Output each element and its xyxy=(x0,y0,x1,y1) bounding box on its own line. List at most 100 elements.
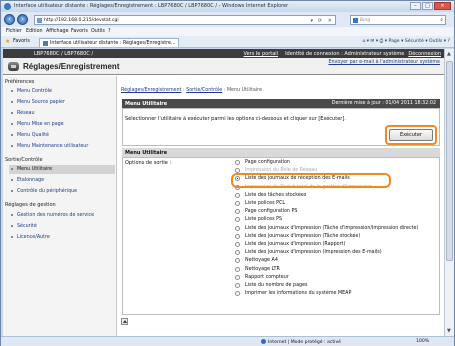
sidebar-item-licence[interactable]: Licence/Autre xyxy=(11,235,50,240)
sidebar-section-sortie: Sortie/Contrôle xyxy=(5,157,43,163)
address-dropdown-icon[interactable]: ▾ xyxy=(310,18,313,24)
option-label: Liste polices PCL xyxy=(245,201,286,206)
menu-outils[interactable]: Outils xyxy=(91,29,105,34)
portal-link[interactable]: Vers le portail xyxy=(244,51,279,57)
favorites-button[interactable]: Favoris xyxy=(13,39,30,44)
address-url: http://192.168.0.215/devstat.cgi xyxy=(44,18,119,23)
breadcrumb-root[interactable]: Réglages/Enregistrement xyxy=(121,88,182,93)
sidebar-item-etalonnage[interactable]: Etalonnage xyxy=(11,178,44,183)
radio-button[interactable] xyxy=(235,242,240,247)
maximize-button[interactable]: □ xyxy=(422,2,433,10)
breadcrumb-mid[interactable]: Sortie/Contrôle xyxy=(186,88,222,93)
option-label: Rapport compteur xyxy=(245,274,289,280)
sidebar-item-numeros-service[interactable]: Gestion des numéros de service xyxy=(11,213,94,218)
magnifier-icon[interactable]: ⌕ xyxy=(440,17,443,23)
command-bar-icons[interactable]: ⌂ ▾ ✉ ▾ ⎙ ▾ Page ▾ Sécurité ▾ Outils ▾ ? xyxy=(362,38,450,44)
tab-title: Interface utilisateur distante : Réglage… xyxy=(50,41,176,46)
option-label: Nettoyage LTR xyxy=(245,266,280,272)
minimize-button[interactable]: – xyxy=(410,2,421,10)
page-title: Réglages/Enregistrement xyxy=(23,62,120,71)
radio-button[interactable] xyxy=(235,233,240,239)
search-placeholder: Bing xyxy=(360,18,371,23)
zoom-level[interactable]: 100% xyxy=(416,339,429,344)
top-header: LBP7680C / LBP7680C / Vers le portail Ide… xyxy=(3,49,444,58)
sidebar-item-qualite[interactable]: Menu Qualité xyxy=(11,133,49,138)
star-icon: ★ xyxy=(5,38,11,45)
option-label: Page configuration xyxy=(245,160,290,165)
printer-model: LBP7680C / LBP7680C / xyxy=(34,51,94,57)
scroll-up-icon[interactable]: ▲ xyxy=(447,51,451,57)
radio-button[interactable] xyxy=(235,274,240,280)
window-controls: – □ ✕ xyxy=(410,2,451,10)
page-icon xyxy=(37,18,42,23)
address-bar[interactable]: http://192.168.0.215/devstat.cgi ▾ ⟳ ✕ xyxy=(34,15,336,25)
bing-icon xyxy=(353,18,358,23)
search-box[interactable]: Bing ⌕ xyxy=(350,15,446,25)
option-label: Imprimer les informations du système MEA… xyxy=(245,291,352,297)
sidebar-item-mise-en-page[interactable]: Menu Mise en page xyxy=(11,122,64,127)
status-bar: Internet | Mode protégé : activé 100% xyxy=(1,336,454,346)
favorites-bar: ★ Favoris Interface utilisateur distante… xyxy=(1,36,454,48)
sidebar-item-menu-controle[interactable]: Menu Contrôle xyxy=(11,89,52,94)
close-button[interactable]: ✕ xyxy=(434,2,451,10)
tab-page-icon xyxy=(43,41,48,46)
browser-tab[interactable]: Interface utilisateur distante : Réglage… xyxy=(39,38,179,47)
header-links: Vers le portail Identité de connexion : A… xyxy=(244,51,441,57)
selected-option-highlight xyxy=(231,173,391,188)
sidebar-item-reseau[interactable]: Réseau xyxy=(11,111,35,116)
options-section-title: Menu Utilitaire xyxy=(125,150,168,156)
radio-button[interactable] xyxy=(235,192,240,198)
sidebar-item-source-papier[interactable]: Menu Source papier xyxy=(11,100,65,105)
option-label: Liste du nombre de pages xyxy=(245,283,308,288)
radio-button[interactable] xyxy=(235,266,240,272)
breadcrumb-current: Menu Utilitaire xyxy=(226,88,262,93)
back-to-top-icon[interactable] xyxy=(121,318,128,325)
options-section-header: Menu Utilitaire xyxy=(122,148,440,157)
utility-panel-header: Menu Utilitaire Dernière mise à jour : 0… xyxy=(122,99,440,108)
radio-button[interactable] xyxy=(235,283,240,288)
breadcrumb: Réglages/Enregistrement : Sortie/Contrôl… xyxy=(121,88,262,93)
page-header: Réglages/Enregistrement Envoyer par e-ma… xyxy=(3,58,444,75)
window-titlebar: Interface utilisateur distante : Réglage… xyxy=(1,1,454,12)
sidebar-section-gestion: Réglages de gestion xyxy=(5,202,56,208)
ie-icon xyxy=(4,3,11,10)
menu-favoris[interactable]: Favoris xyxy=(71,29,88,34)
email-admin-link[interactable]: Envoyer par e-mail à l'administrateur sy… xyxy=(328,60,440,65)
sidebar-item-controle-peripherique[interactable]: Contrôle du périphérique xyxy=(11,189,77,194)
forward-arrow-icon[interactable]: › xyxy=(17,14,28,25)
radio-button[interactable] xyxy=(235,225,240,231)
instruction-text: Sélectionner l'utilitaire à exécuter par… xyxy=(125,116,346,122)
sidebar-item-utilitaire[interactable]: Menu Utilitaire xyxy=(9,165,115,174)
menu-affichage[interactable]: Affichage xyxy=(46,29,69,34)
address-row: ‹ › http://192.168.0.215/devstat.cgi ▾ ⟳… xyxy=(1,12,454,27)
window-title: Interface utilisateur distante : Réglage… xyxy=(14,3,289,9)
option-label: Liste polices PS xyxy=(245,217,283,223)
option-label: Liste des journaux d'impression (Tâche s… xyxy=(245,233,361,239)
menu-help[interactable]: ? xyxy=(108,29,111,34)
login-label: Identité de connexion : Administrateur s… xyxy=(285,51,405,57)
sidebar-item-securite[interactable]: Sécurité xyxy=(11,224,37,229)
panel-title: Menu Utilitaire xyxy=(125,101,168,107)
sidebar-item-maintenance[interactable]: Menu Maintenance utilisateur xyxy=(11,144,88,149)
vertical-scrollbar[interactable]: ▲ ▼ xyxy=(444,49,454,336)
logout-link[interactable]: Déconnexion xyxy=(408,51,441,57)
settings-logo-icon xyxy=(8,62,19,71)
menu-edition[interactable]: Edition xyxy=(26,29,43,34)
option-label: Page configuration PS xyxy=(245,209,298,215)
radio-button[interactable] xyxy=(235,201,240,206)
back-arrow-icon[interactable]: ‹ xyxy=(4,14,15,25)
sidebar-section-preferences: Préférences xyxy=(5,79,35,85)
menu-bar: Fichier Edition Affichage Favoris Outils… xyxy=(1,27,454,36)
output-options-label: Options de sortie : xyxy=(125,160,172,166)
radio-button[interactable] xyxy=(235,160,240,165)
option-label: Liste des journaux d'impression (Impress… xyxy=(245,250,382,256)
stop-icon[interactable]: ✕ xyxy=(328,18,332,24)
security-zone: Internet | Mode protégé : activé xyxy=(261,339,341,345)
option-label: Nettoyage A4 xyxy=(245,258,278,264)
scroll-down-icon[interactable]: ▼ xyxy=(447,328,451,334)
option-label: Liste des journaux d'impression (Tâche d… xyxy=(245,225,419,231)
menu-fichier[interactable]: Fichier xyxy=(6,29,22,34)
refresh-icon[interactable]: ⟳ xyxy=(318,18,322,24)
option-label: Liste des journaux d'impression (Rapport… xyxy=(245,242,346,247)
scroll-thumb[interactable] xyxy=(446,61,453,261)
